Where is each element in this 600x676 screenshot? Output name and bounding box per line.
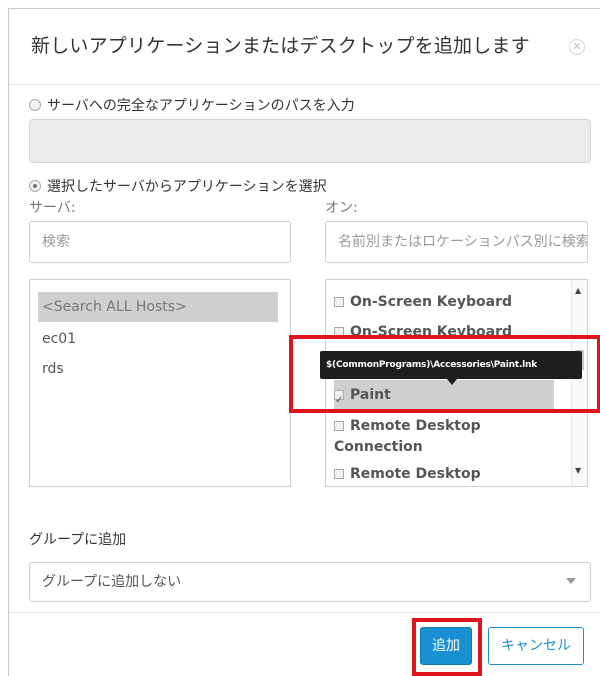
app-search-input[interactable]: 名前別またはロケーションパス別に検索 (325, 221, 588, 263)
add-application-dialog: 新しいアプリケーションまたはデスクトップを追加します ✕ サーバへの完全なアプリ… (8, 8, 600, 676)
app-item-remote-desktop-connection[interactable]: Remote Desktop Connection (334, 416, 534, 458)
group-select[interactable]: グループに追加しない (29, 562, 591, 602)
app-item-on-screen-keyboard[interactable]: On-Screen Keyboard (334, 292, 554, 313)
app-item-label: Remote Desktop Connection (334, 418, 481, 455)
radio-checked-icon[interactable] (29, 180, 41, 192)
group-select-value: グループに追加しない (42, 574, 182, 590)
server-label: サーバ: (29, 200, 76, 216)
checkbox-icon[interactable] (334, 421, 344, 431)
hosts-listbox[interactable]: <Search ALL Hosts> ec01 rds (29, 279, 291, 487)
host-item-rds[interactable]: rds (38, 354, 278, 384)
scroll-up-arrow-icon[interactable]: ▲ (575, 286, 581, 295)
path-option-radio-row[interactable]: サーバへの完全なアプリケーションのパスを入力 (29, 95, 355, 115)
dialog-title: 新しいアプリケーションまたはデスクトップを追加します (31, 35, 530, 57)
on-label: オン: (325, 200, 358, 216)
chevron-down-icon[interactable] (566, 578, 576, 584)
close-circle-icon[interactable]: ✕ (569, 39, 585, 55)
path-option-label: サーバへの完全なアプリケーションのパスを入力 (47, 98, 355, 114)
app-path-input[interactable] (29, 119, 591, 163)
app-item-remote-desktop[interactable]: Remote Desktop (334, 464, 554, 485)
checkbox-icon[interactable] (334, 297, 344, 307)
scroll-down-arrow-icon[interactable]: ▼ (575, 466, 581, 475)
add-button-highlight-box (412, 618, 482, 676)
select-option-label: 選択したサーバからアプリケーションを選択 (47, 179, 327, 195)
radio-unchecked-icon[interactable] (29, 99, 41, 111)
app-item-label: On-Screen Keyboard (350, 294, 513, 310)
group-label: グループに追加 (29, 532, 127, 548)
checkbox-icon[interactable] (334, 469, 344, 479)
dialog-header: 新しいアプリケーションまたはデスクトップを追加します ✕ (9, 9, 600, 85)
host-item-ec01[interactable]: ec01 (38, 324, 278, 354)
server-search-input[interactable]: 検索 (29, 221, 291, 263)
paint-highlight-box (289, 335, 600, 413)
app-item-label: Remote Desktop (350, 466, 481, 482)
select-option-radio-row[interactable]: 選択したサーバからアプリケーションを選択 (29, 176, 327, 196)
cancel-button[interactable]: キャンセル (488, 627, 584, 665)
footer-divider (9, 612, 600, 613)
host-item-search-all[interactable]: <Search ALL Hosts> (38, 292, 278, 322)
